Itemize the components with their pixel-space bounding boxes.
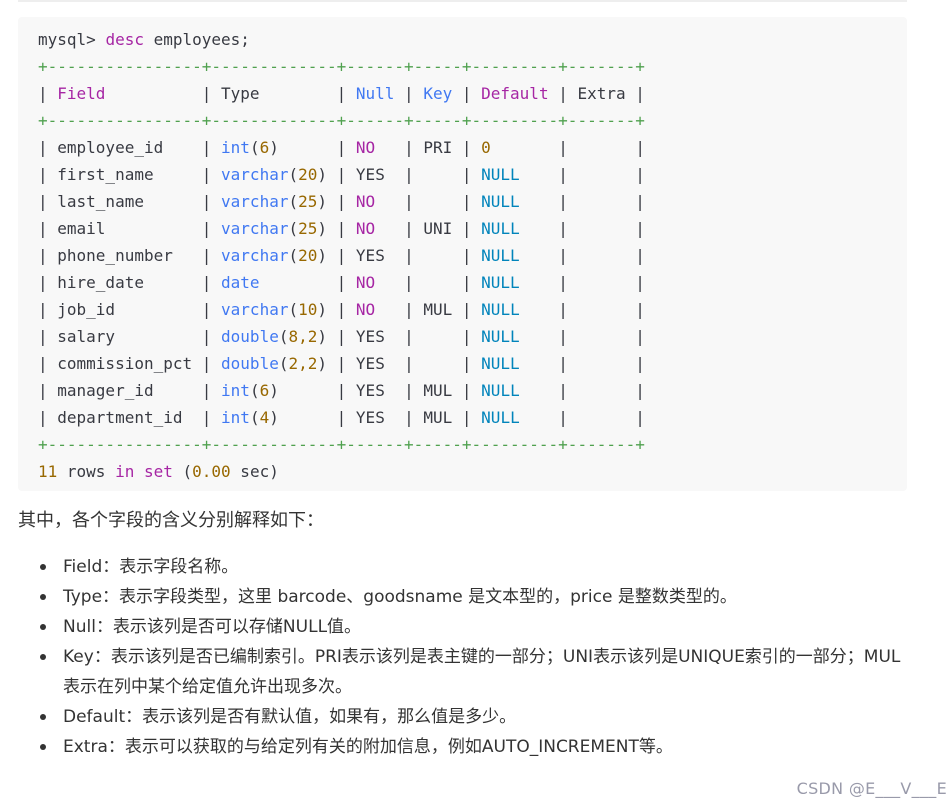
field-cell: phone_number: [57, 246, 173, 265]
type-cell: double: [221, 354, 279, 373]
default-cell: NULL: [481, 381, 520, 400]
code-block: mysql> desc employees; +----------------…: [18, 17, 907, 491]
default-cell: NULL: [481, 300, 520, 319]
null-cell: NO: [355, 219, 376, 238]
null-cell: NO: [355, 300, 376, 319]
default-cell: NULL: [481, 219, 520, 238]
field-cell: first_name: [57, 165, 154, 184]
watermark: CSDN @E___V___E: [796, 779, 947, 798]
list-item: Extra：表示可以获取的与给定列有关的附加信息，例如AUTO_INCREMEN…: [40, 732, 908, 762]
type-cell: double: [221, 327, 279, 346]
null-cell: YES: [355, 246, 385, 265]
sql-output: mysql> desc employees; +----------------…: [38, 30, 645, 481]
intro-text: 其中，各个字段的含义分别解释如下：: [18, 510, 324, 531]
type-length: 25: [298, 219, 318, 238]
row-count: 11: [38, 462, 58, 481]
bullet-icon: [40, 744, 46, 750]
list-item-text: Default：表示该列是否有默认值，如果有，那么值是多少。: [63, 707, 517, 727]
field-cell: email: [57, 219, 106, 238]
list-item-text: Field：表示字段名称。: [63, 557, 239, 577]
field-cell: department_id: [57, 408, 183, 427]
key-cell: MUL: [423, 300, 453, 319]
type-length: 20: [298, 165, 318, 184]
sql-keyword: in: [115, 462, 135, 481]
query-time: 0.00: [192, 462, 231, 481]
key-cell: MUL: [423, 381, 453, 400]
table-border: +----------------+-------------+------+-…: [38, 57, 645, 76]
top-divider: [18, 0, 907, 2]
default-cell: NULL: [481, 327, 520, 346]
sql-keyword: desc: [105, 30, 144, 49]
header-cell: Type: [221, 84, 260, 103]
list-item-text: Type：表示字段类型，这里 barcode、goodsname 是文本型的，p…: [63, 587, 737, 607]
list-item: Default：表示该列是否有默认值，如果有，那么值是多少。: [40, 702, 908, 732]
list-item: Key：表示该列是否已编制索引。PRI表示该列是表主键的一部分；UNI表示该列是…: [40, 642, 908, 702]
type-cell: varchar: [221, 219, 289, 238]
null-cell: NO: [355, 138, 376, 157]
type-length: 4: [259, 408, 270, 427]
list-item: Null：表示该列是否可以存储NULL值。: [40, 612, 908, 642]
table-border: +----------------+-------------+------+-…: [38, 435, 645, 454]
null-cell: YES: [355, 165, 385, 184]
field-description-list: Field：表示字段名称。 Type：表示字段类型，这里 barcode、good…: [18, 552, 908, 762]
type-length: 8,2: [288, 327, 318, 346]
default-cell: 0: [481, 138, 491, 157]
header-cell: Key: [423, 84, 453, 103]
type-length: 20: [298, 246, 318, 265]
table-border: +----------------+-------------+------+-…: [38, 111, 645, 130]
default-cell: NULL: [481, 165, 520, 184]
header-cell: Field: [57, 84, 106, 103]
header-cell: Default: [481, 84, 549, 103]
list-item: Field：表示字段名称。: [40, 552, 908, 582]
type-length: 6: [259, 381, 270, 400]
null-cell: YES: [355, 408, 385, 427]
key-cell: PRI: [423, 138, 453, 157]
field-cell: employee_id: [57, 138, 164, 157]
field-cell: job_id: [57, 300, 116, 319]
null-cell: YES: [355, 354, 385, 373]
header-cell: Extra: [577, 84, 626, 103]
default-cell: NULL: [481, 246, 520, 265]
list-item-text: Extra：表示可以获取的与给定列有关的附加信息，例如AUTO_INCREMEN…: [63, 737, 673, 757]
list-item-text: Key：表示该列是否已编制索引。PRI表示该列是表主键的一部分；UNI表示该列是…: [63, 647, 901, 697]
type-length: 6: [259, 138, 270, 157]
default-cell: NULL: [481, 408, 520, 427]
field-cell: last_name: [57, 192, 144, 211]
sql-keyword: set: [143, 462, 173, 481]
type-cell: varchar: [221, 300, 289, 319]
bullet-icon: [40, 624, 46, 630]
null-cell: YES: [355, 327, 385, 346]
type-cell: int: [221, 138, 250, 157]
default-cell: NULL: [481, 273, 520, 292]
field-cell: commission_pct: [57, 354, 193, 373]
type-length: 10: [298, 300, 318, 319]
default-cell: NULL: [481, 354, 520, 373]
null-cell: NO: [355, 192, 376, 211]
field-cell: manager_id: [57, 381, 154, 400]
header-cell: Null: [355, 84, 395, 103]
null-cell: YES: [355, 381, 385, 400]
type-cell: varchar: [221, 165, 289, 184]
default-cell: NULL: [481, 192, 520, 211]
bullet-icon: [40, 714, 46, 720]
type-cell: varchar: [221, 192, 289, 211]
field-cell: salary: [57, 327, 116, 346]
list-item-text: Null：表示该列是否可以存储NULL值。: [63, 617, 362, 637]
type-length: 2,2: [288, 354, 318, 373]
list-item: Type：表示字段类型，这里 barcode、goodsname 是文本型的，p…: [40, 582, 908, 612]
type-cell: int: [221, 408, 250, 427]
key-cell: UNI: [423, 219, 453, 238]
type-cell: varchar: [221, 246, 289, 265]
bullet-icon: [40, 564, 46, 570]
field-cell: hire_date: [57, 273, 144, 292]
bullet-icon: [40, 654, 46, 660]
type-length: 25: [298, 192, 318, 211]
bullet-icon: [40, 594, 46, 600]
key-cell: MUL: [423, 408, 453, 427]
type-cell: int: [221, 381, 250, 400]
null-cell: NO: [355, 273, 376, 292]
type-cell: date: [221, 273, 260, 292]
